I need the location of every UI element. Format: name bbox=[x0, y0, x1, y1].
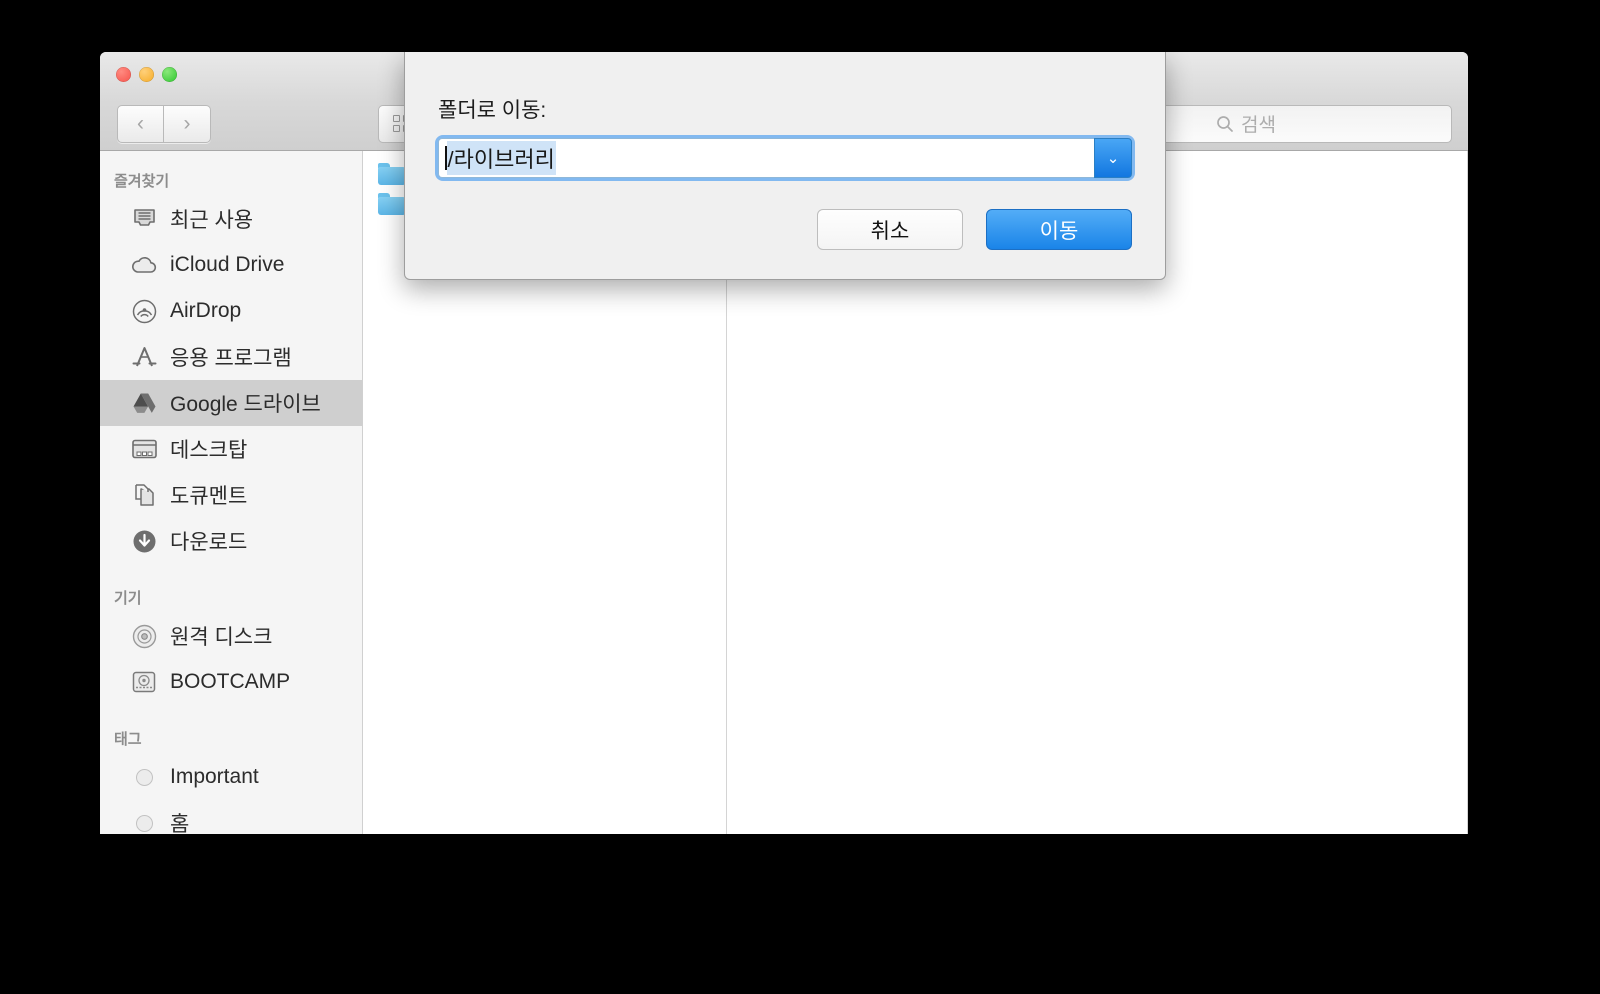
sidebar-section-header-tags: 태그 bbox=[114, 731, 142, 748]
chevron-down-icon: ⌄ bbox=[1106, 150, 1120, 167]
google-drive-icon bbox=[130, 390, 158, 416]
downloads-icon bbox=[130, 528, 158, 554]
sidebar-item-recents[interactable]: 최근 사용 bbox=[100, 196, 362, 242]
sidebar-item-label: iCloud Drive bbox=[170, 253, 285, 276]
sidebar-item-tag-important[interactable]: Important bbox=[100, 754, 362, 800]
sidebar-item-airdrop[interactable]: AirDrop bbox=[100, 288, 362, 334]
path-input[interactable]: /라이브러리 bbox=[438, 138, 1094, 178]
search-icon bbox=[1217, 115, 1233, 132]
go-to-folder-sheet: 폴더로 이동: /라이브러리 ⌄ 취소 이동 bbox=[404, 52, 1166, 280]
sidebar-section-header-favorites: 즐겨찾기 bbox=[114, 173, 170, 190]
hard-drive-icon bbox=[130, 669, 158, 695]
forward-button[interactable]: › bbox=[164, 104, 211, 143]
cloud-icon bbox=[130, 252, 158, 278]
recents-tray-icon bbox=[130, 206, 158, 232]
chevron-right-icon: › bbox=[183, 112, 191, 135]
sidebar-item-remote-disc[interactable]: 원격 디스크 bbox=[100, 613, 362, 659]
sidebar-item-label: 원격 디스크 bbox=[170, 626, 273, 649]
sheet-button-row: 취소 이동 bbox=[438, 209, 1132, 250]
navigation-buttons: ‹ › bbox=[117, 104, 211, 143]
documents-icon bbox=[130, 482, 158, 508]
finder-window: Google 드라이브 ‹ › bbox=[100, 52, 1468, 834]
sidebar-section-header-devices: 기기 bbox=[114, 590, 142, 607]
search-placeholder: 검색 bbox=[1241, 115, 1276, 136]
sidebar-item-applications[interactable]: 응용 프로그램 bbox=[100, 334, 362, 380]
path-input-value: /라이브러리 bbox=[446, 141, 556, 175]
sidebar-item-label: 데스크탑 bbox=[170, 439, 248, 462]
sidebar-item-label: Important bbox=[170, 765, 259, 788]
go-to-folder-label: 폴더로 이동: bbox=[438, 99, 547, 122]
sidebar-item-google-drive[interactable]: Google 드라이브 bbox=[100, 380, 362, 426]
cancel-button[interactable]: 취소 bbox=[817, 209, 963, 250]
sidebar-divider bbox=[100, 705, 362, 723]
tag-dot-icon bbox=[130, 764, 158, 790]
sidebar-item-label: BOOTCAMP bbox=[170, 670, 291, 693]
folder-icon bbox=[378, 163, 406, 185]
sidebar-item-downloads[interactable]: 다운로드 bbox=[100, 518, 362, 564]
path-combo-box[interactable]: /라이브러리 ⌄ bbox=[438, 138, 1132, 178]
sidebar-divider bbox=[100, 564, 362, 582]
sidebar-item-tag-home[interactable]: 홈 bbox=[100, 800, 362, 834]
sidebar-item-label: 최근 사용 bbox=[170, 209, 254, 232]
remote-disc-icon bbox=[130, 623, 158, 649]
tag-dot-icon bbox=[130, 810, 158, 834]
sidebar-item-bootcamp[interactable]: BOOTCAMP bbox=[100, 659, 362, 705]
folder-icon bbox=[378, 193, 406, 215]
sidebar-item-desktop[interactable]: 데스크탑 bbox=[100, 426, 362, 472]
chevron-left-icon: ‹ bbox=[137, 112, 144, 135]
sidebar-item-label: 도큐멘트 bbox=[170, 485, 248, 508]
path-dropdown-button[interactable]: ⌄ bbox=[1094, 138, 1132, 178]
sidebar-item-label: 홈 bbox=[170, 813, 190, 834]
desktop-icon bbox=[130, 436, 158, 462]
go-button[interactable]: 이동 bbox=[986, 209, 1132, 250]
back-button[interactable]: ‹ bbox=[117, 104, 164, 143]
sidebar-item-label: Google 드라이브 bbox=[170, 393, 321, 416]
sidebar: 즐겨찾기 최근 사용 iCloud Drive AirDrop 응용 프로그램 … bbox=[100, 151, 363, 834]
sidebar-item-icloud-drive[interactable]: iCloud Drive bbox=[100, 242, 362, 288]
sidebar-item-documents[interactable]: 도큐멘트 bbox=[100, 472, 362, 518]
sidebar-item-label: 응용 프로그램 bbox=[170, 347, 292, 370]
sidebar-item-label: AirDrop bbox=[170, 299, 242, 322]
applications-icon bbox=[130, 344, 158, 370]
airdrop-radar-icon bbox=[130, 298, 158, 324]
sidebar-item-label: 다운로드 bbox=[170, 531, 248, 554]
